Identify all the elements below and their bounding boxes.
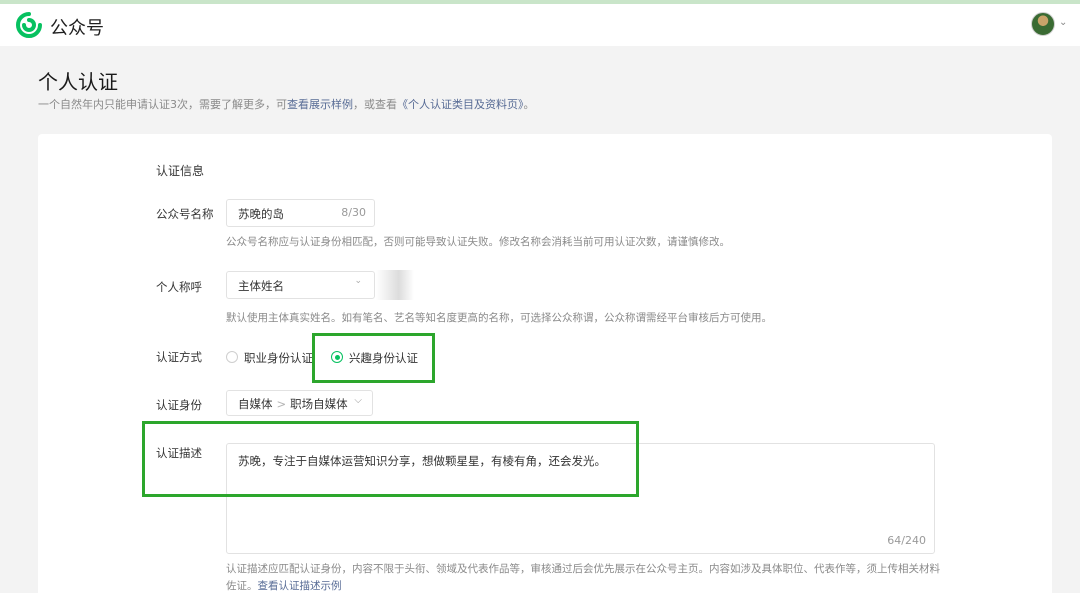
title-label: 个人称呼 bbox=[156, 280, 202, 294]
chevron-right-icon: > bbox=[276, 397, 287, 411]
description-counter: 64/240 bbox=[887, 534, 926, 547]
description-example-link[interactable]: 查看认证描述示例 bbox=[258, 580, 342, 592]
page-title: 个人认证 bbox=[38, 70, 118, 94]
chevron-down-icon: ⌵ bbox=[354, 395, 362, 406]
category-doc-link[interactable]: 《个人认证类目及资料页》 bbox=[397, 98, 524, 111]
radio-professional-label[interactable]: 职业身份认证 bbox=[244, 350, 313, 366]
account-name-input[interactable]: 苏晚的岛 8/30 bbox=[226, 199, 375, 227]
identity-level1: 自媒体 bbox=[238, 397, 273, 411]
identity-level2: 职场自媒体 bbox=[290, 397, 348, 411]
identity-cascader[interactable]: 自媒体 > 职场自媒体 ⌵ bbox=[226, 390, 373, 416]
chevron-down-icon: ⌄ bbox=[354, 276, 362, 286]
redacted-name bbox=[376, 270, 414, 300]
identity-label: 认证身份 bbox=[156, 398, 202, 412]
weixin-mp-logo-icon[interactable] bbox=[16, 12, 42, 38]
title-hint: 默认使用主体真实姓名。如有笔名、艺名等知名度更高的名称，可选择公众称谓，公众称谓… bbox=[226, 312, 772, 324]
section-title: 认证信息 bbox=[156, 164, 205, 178]
top-bar: 公众号 ⌄ bbox=[0, 4, 1080, 46]
avatar[interactable] bbox=[1031, 12, 1055, 36]
title-select[interactable]: 主体姓名 ⌄ bbox=[226, 271, 375, 299]
description-hint: 认证描述应匹配认证身份，内容不限于头衔、领域及代表作品等，审核通过后会优先展示在… bbox=[226, 563, 940, 592]
highlight-box-method bbox=[312, 333, 435, 383]
method-label: 认证方式 bbox=[156, 350, 202, 364]
account-name-value: 苏晚的岛 bbox=[238, 207, 284, 221]
radio-professional[interactable] bbox=[226, 351, 238, 363]
view-sample-link[interactable]: 查看展示样例 bbox=[287, 98, 353, 111]
name-label: 公众号名称 bbox=[156, 207, 214, 221]
account-name-counter: 8/30 bbox=[341, 206, 366, 219]
title-select-value: 主体姓名 bbox=[238, 279, 284, 293]
highlight-box-description bbox=[142, 421, 639, 497]
name-hint: 公众号名称应与认证身份相匹配，否则可能导致认证失败。修改名称会消耗当前可用认证次… bbox=[226, 236, 730, 248]
chevron-down-icon[interactable]: ⌄ bbox=[1059, 17, 1067, 28]
page-description: 一个自然年内只能申请认证3次，需要了解更多，可查看展示样例，或查看《个人认证类目… bbox=[38, 98, 535, 111]
brand-title[interactable]: 公众号 bbox=[50, 14, 104, 40]
